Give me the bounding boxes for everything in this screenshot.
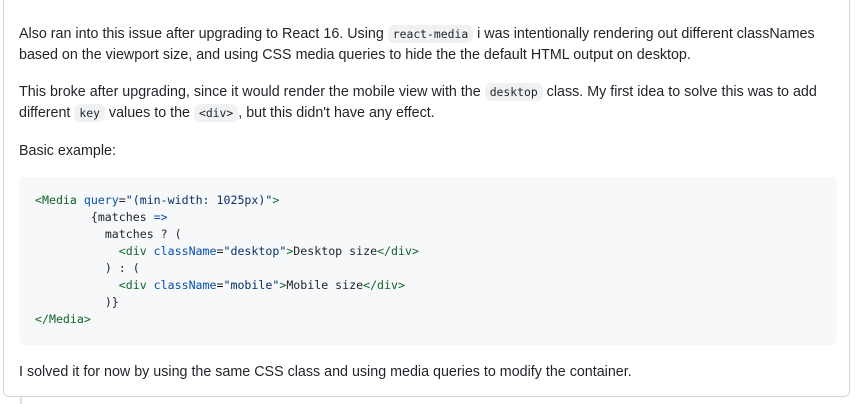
code-line-3: matches ? ( bbox=[104, 227, 182, 241]
comment-card: Also ran into this issue after upgrading… bbox=[3, 0, 850, 397]
code-line-5: ) : ( bbox=[104, 261, 140, 275]
comment-paragraph-4: I solved it for now by using the same CS… bbox=[19, 364, 632, 380]
code-line-7: )} bbox=[104, 295, 119, 309]
comment-paragraph-1: Also ran into this issue after upgrading… bbox=[19, 25, 815, 63]
code-line-1: <Media query="(min-width: 1025px)"> bbox=[35, 193, 280, 207]
inline-code-key: key bbox=[74, 104, 105, 122]
inline-code-div: <div> bbox=[193, 104, 239, 122]
comment-paragraph-3: Basic example: bbox=[19, 143, 116, 159]
timeline-connector bbox=[20, 397, 22, 404]
inline-code-react-media: react-media bbox=[387, 25, 474, 43]
code-line-2: {matches => bbox=[90, 210, 168, 224]
code-line-6: <div className="mobile">Mobile size</div… bbox=[118, 278, 405, 292]
code-line-8: </Media> bbox=[35, 312, 91, 326]
inline-code-desktop: desktop bbox=[484, 83, 543, 101]
code-line-4: <div className="desktop">Desktop size</d… bbox=[118, 244, 419, 258]
comment-paragraph-2: This broke after upgrading, since it wou… bbox=[19, 83, 817, 122]
code-block: <Media query="(min-width: 1025px)"> {mat… bbox=[19, 177, 837, 345]
